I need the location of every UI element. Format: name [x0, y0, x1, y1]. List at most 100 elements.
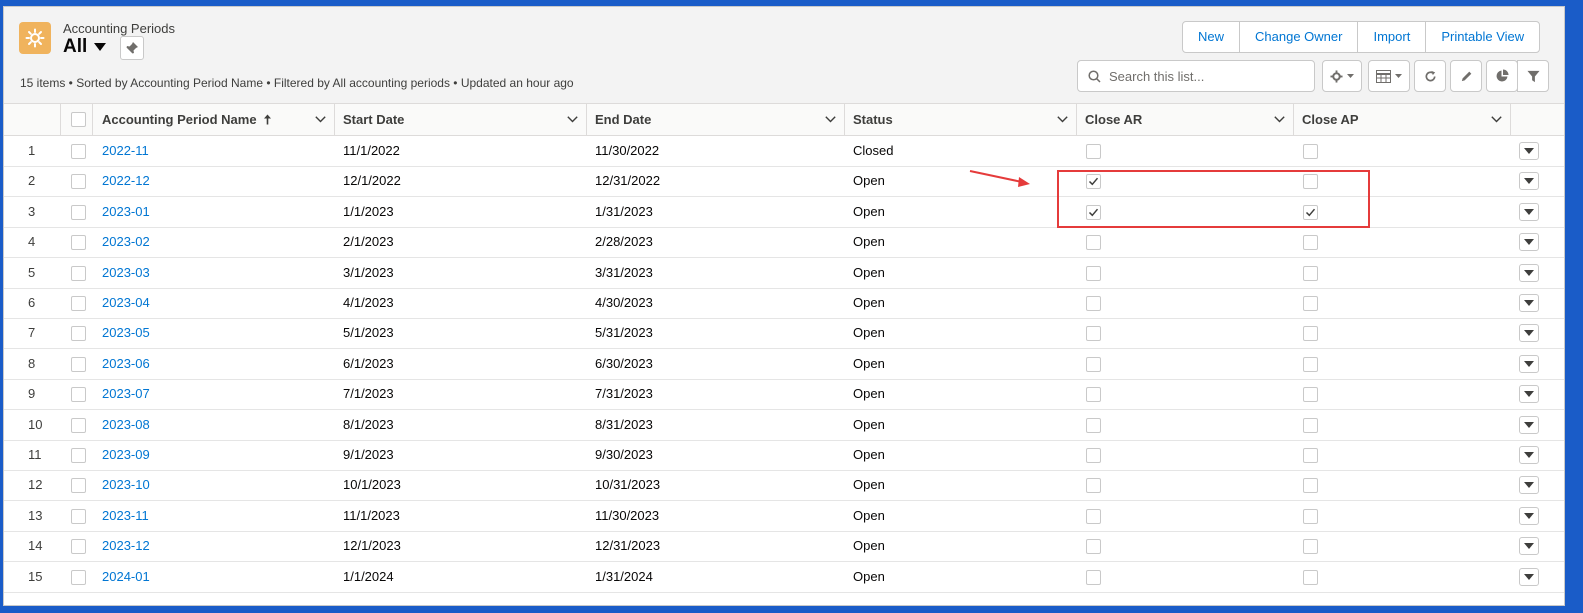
row-select-checkbox[interactable]	[71, 204, 86, 220]
row-action-menu-button[interactable]	[1519, 324, 1539, 343]
row-select-checkbox[interactable]	[71, 265, 86, 281]
status-cell: Open	[853, 447, 885, 462]
row-select-checkbox[interactable]	[71, 569, 86, 585]
start-date-cell: 6/1/2023	[343, 355, 394, 371]
column-header-name[interactable]: Accounting Period Name	[93, 104, 335, 136]
row-select-checkbox[interactable]	[71, 417, 86, 433]
row-select-checkbox[interactable]	[71, 235, 86, 251]
row-action-menu-button[interactable]	[1519, 354, 1539, 373]
row-actions-header	[1511, 104, 1564, 136]
accounting-period-link[interactable]: 2023-12	[102, 531, 150, 561]
row-action-menu-button[interactable]	[1519, 506, 1539, 525]
accounting-period-link[interactable]: 2023-04	[102, 288, 150, 318]
accounting-period-link[interactable]: 2023-05	[102, 318, 150, 348]
row-action-menu-button[interactable]	[1519, 263, 1539, 282]
list-view-frame: Accounting Periods All 15 items • Sorted…	[3, 6, 1565, 606]
annotation-arrow	[969, 170, 1030, 187]
end-date-cell: 1/31/2024	[595, 568, 653, 584]
close-ap-checkbox	[1303, 387, 1318, 403]
accounting-period-link[interactable]: 2023-10	[102, 470, 150, 500]
start-date-cell: 5/1/2023	[343, 325, 394, 341]
chevron-down-icon[interactable]	[825, 116, 836, 123]
accounting-period-link[interactable]: 2024-01	[102, 562, 150, 592]
column-label: Close AP	[1302, 112, 1359, 127]
end-date-cell: 1/31/2023	[595, 203, 653, 219]
row-action-menu-button[interactable]	[1519, 385, 1539, 404]
select-all-checkbox[interactable]	[71, 112, 86, 127]
table-row: 8 2023-06 6/1/2023 6/30/2023 Open	[4, 349, 1564, 380]
accounting-period-link[interactable]: 2023-09	[102, 440, 150, 470]
accounting-period-link[interactable]: 2023-02	[102, 227, 150, 257]
column-header-end-date[interactable]: End Date	[587, 104, 845, 136]
charts-button[interactable]	[1486, 60, 1518, 92]
row-action-menu-button[interactable]	[1519, 567, 1539, 586]
row-action-menu-button[interactable]	[1519, 446, 1539, 464]
search-input[interactable]	[1109, 68, 1299, 84]
status-cell: Open	[853, 568, 885, 584]
row-select-checkbox[interactable]	[71, 326, 86, 342]
row-action-menu-button[interactable]	[1519, 202, 1539, 221]
column-header-close-ap[interactable]: Close AP	[1294, 104, 1511, 136]
status-cell: Open	[853, 477, 885, 493]
column-header-start-date[interactable]: Start Date	[335, 104, 587, 136]
start-date-cell: 12/1/2022	[343, 173, 401, 189]
pin-button[interactable]	[120, 36, 144, 60]
chevron-down-icon[interactable]	[567, 116, 578, 123]
row-action-menu-button[interactable]	[1519, 233, 1539, 252]
row-action-menu-button[interactable]	[1519, 415, 1539, 434]
row-number: 9	[28, 386, 36, 402]
accounting-period-link[interactable]: 2023-01	[102, 197, 150, 227]
object-label: Accounting Periods	[63, 21, 176, 36]
table-row: 11 2023-09 9/1/2023 9/30/2023 Open	[4, 440, 1564, 471]
close-ar-checkbox	[1086, 448, 1101, 463]
row-select-checkbox[interactable]	[71, 539, 86, 555]
column-header-status[interactable]: Status	[845, 104, 1077, 136]
printable-view-button[interactable]: Printable View	[1426, 22, 1539, 52]
row-action-menu-button[interactable]	[1519, 537, 1539, 556]
display-as-button[interactable]	[1368, 60, 1410, 92]
row-action-menu-button[interactable]	[1519, 142, 1539, 160]
accounting-period-link[interactable]: 2023-07	[102, 379, 150, 409]
chevron-down-icon[interactable]	[1274, 116, 1285, 123]
refresh-button[interactable]	[1414, 60, 1446, 92]
list-settings-button[interactable]	[1322, 60, 1362, 92]
close-ar-checkbox	[1086, 569, 1101, 585]
row-select-checkbox[interactable]	[71, 356, 86, 372]
accounting-period-link[interactable]: 2023-06	[102, 349, 150, 379]
end-date-cell: 10/31/2023	[595, 477, 661, 493]
accounting-period-link[interactable]: 2022-11	[102, 136, 149, 166]
row-select-checkbox[interactable]	[71, 296, 86, 311]
chevron-down-icon[interactable]	[1491, 116, 1502, 123]
row-action-menu-button[interactable]	[1519, 294, 1539, 312]
row-action-menu-button[interactable]	[1519, 172, 1539, 191]
accounting-period-link[interactable]: 2022-12	[102, 166, 150, 196]
accounting-period-link[interactable]: 2023-03	[102, 258, 150, 288]
inline-edit-button[interactable]	[1450, 60, 1482, 92]
close-ar-checkbox	[1086, 326, 1101, 342]
row-select-checkbox[interactable]	[71, 508, 86, 524]
row-select-checkbox[interactable]	[71, 174, 86, 190]
row-select-checkbox[interactable]	[71, 478, 86, 494]
row-select-checkbox[interactable]	[71, 448, 86, 463]
start-date-cell: 3/1/2023	[343, 264, 394, 280]
chevron-down-icon[interactable]	[315, 116, 326, 123]
close-ap-checkbox	[1303, 356, 1318, 372]
caret-down-icon	[1524, 512, 1534, 519]
row-select-checkbox[interactable]	[71, 144, 86, 159]
table-row: 14 2023-12 12/1/2023 12/31/2023 Open	[4, 531, 1564, 563]
import-button[interactable]: Import	[1358, 22, 1427, 52]
start-date-cell: 9/1/2023	[343, 447, 394, 462]
status-cell: Open	[853, 203, 885, 219]
accounting-period-link[interactable]: 2023-08	[102, 410, 150, 440]
row-action-menu-button[interactable]	[1519, 476, 1539, 495]
change-owner-button[interactable]: Change Owner	[1240, 22, 1359, 52]
accounting-period-link[interactable]: 2023-11	[102, 501, 149, 531]
end-date-cell: 8/31/2023	[595, 416, 653, 432]
row-number-header	[4, 104, 61, 136]
list-view-selector[interactable]: All	[63, 36, 107, 58]
chevron-down-icon[interactable]	[1057, 116, 1068, 123]
row-select-checkbox[interactable]	[71, 387, 86, 403]
new-button[interactable]: New	[1183, 22, 1241, 52]
filter-button[interactable]	[1517, 60, 1549, 92]
column-header-close-ar[interactable]: Close AR	[1077, 104, 1294, 136]
